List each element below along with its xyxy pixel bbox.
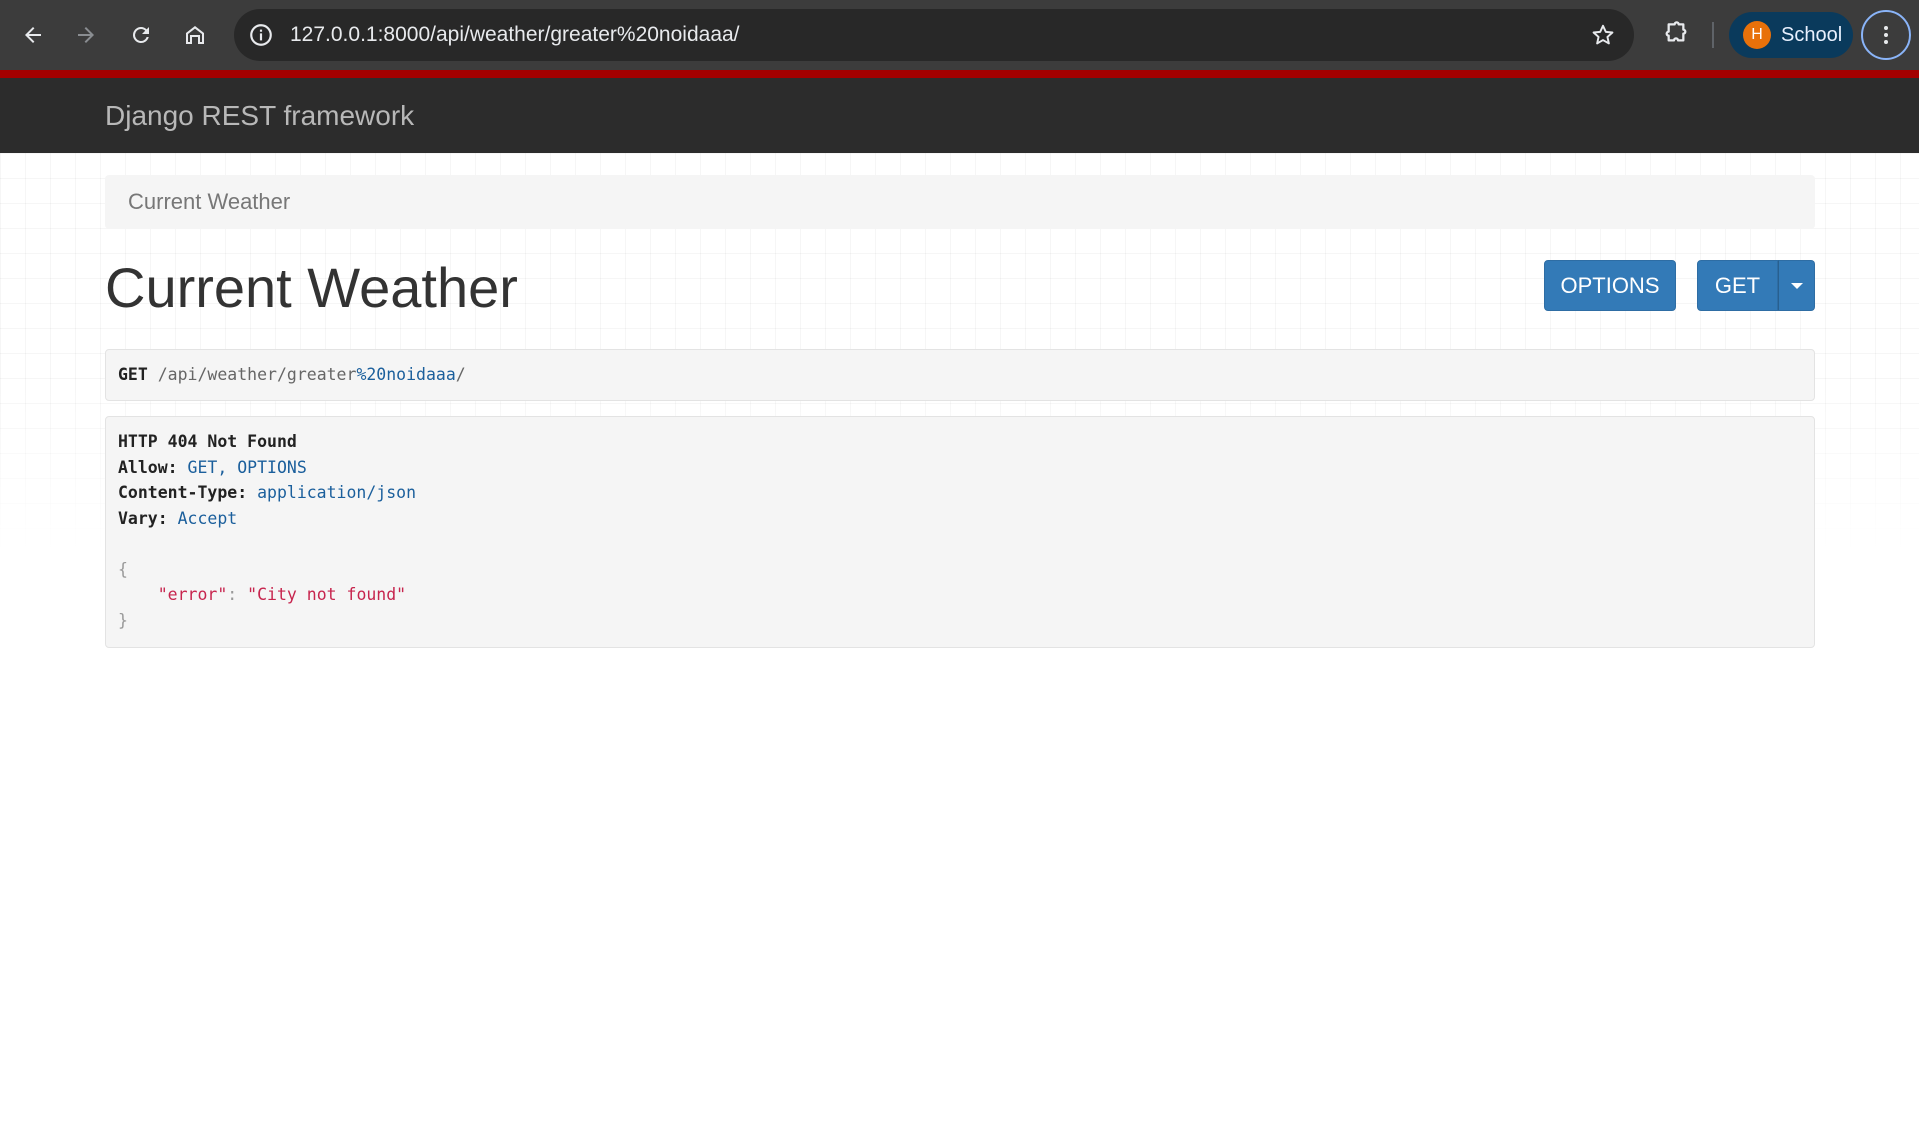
caret-down-icon xyxy=(1790,282,1803,289)
json-key: "error" xyxy=(157,585,228,604)
browser-toolbar: 127.0.0.1:8000/api/weather/greater%20noi… xyxy=(0,0,1919,70)
header-value: Accept xyxy=(177,508,238,528)
page-title: Current Weather xyxy=(105,256,518,319)
avatar: H xyxy=(1743,21,1771,49)
brand-link[interactable]: Django REST framework xyxy=(105,78,414,153)
back-button[interactable] xyxy=(14,16,52,54)
profile-name: School xyxy=(1781,23,1843,46)
request-path-encoded: %20noidaaa xyxy=(356,365,456,384)
options-button[interactable]: OPTIONS xyxy=(1544,260,1676,311)
response-info: HTTP 404 Not Found Allow: GET, OPTIONS Con… xyxy=(105,416,1815,648)
get-button-group: GET xyxy=(1697,260,1815,311)
request-info: GET /api/weather/greater%20noidaaa/ xyxy=(105,349,1815,401)
reload-button[interactable] xyxy=(122,16,160,54)
bookmark-star-icon[interactable] xyxy=(1590,22,1616,48)
json-close-brace: } xyxy=(118,610,128,630)
json-colon: : xyxy=(227,585,238,604)
browser-menu-button[interactable] xyxy=(1861,10,1911,60)
header-key: Content-Type: xyxy=(118,483,248,502)
json-open-brace: { xyxy=(118,559,128,579)
breadcrumb-item-current[interactable]: Current Weather xyxy=(128,189,290,214)
home-button[interactable] xyxy=(176,16,214,54)
header-value: GET, OPTIONS xyxy=(187,457,307,477)
arrow-right-icon xyxy=(78,27,94,43)
arrow-left-icon xyxy=(25,27,41,43)
url-text[interactable]: 127.0.0.1:8000/api/weather/greater%20noi… xyxy=(290,9,740,61)
home-icon xyxy=(186,26,204,44)
address-bar[interactable]: 127.0.0.1:8000/api/weather/greater%20noi… xyxy=(234,9,1634,61)
more-vertical-icon xyxy=(1884,26,1888,44)
header-value: application/json xyxy=(257,483,417,502)
request-method: GET xyxy=(118,365,148,384)
get-format-dropdown-button[interactable] xyxy=(1778,260,1815,311)
profile-button[interactable]: H School xyxy=(1729,12,1853,58)
reload-icon xyxy=(133,27,149,43)
json-value: "City not found" xyxy=(247,585,407,604)
request-path-suffix: / xyxy=(455,365,466,384)
drf-navbar: Django REST framework xyxy=(0,70,1919,153)
extensions-puzzle-icon[interactable] xyxy=(1658,19,1690,51)
breadcrumb: Current Weather xyxy=(105,175,1815,229)
forward-button[interactable] xyxy=(67,16,105,54)
site-info-icon[interactable] xyxy=(248,22,274,48)
response-status: HTTP 404 Not Found xyxy=(118,432,297,451)
header-key: Allow: xyxy=(118,457,178,477)
header-key: Vary: xyxy=(118,508,168,528)
request-path-prefix: /api/weather/greater xyxy=(157,365,357,384)
toolbar-divider xyxy=(1712,22,1714,48)
get-button[interactable]: GET xyxy=(1697,260,1778,311)
